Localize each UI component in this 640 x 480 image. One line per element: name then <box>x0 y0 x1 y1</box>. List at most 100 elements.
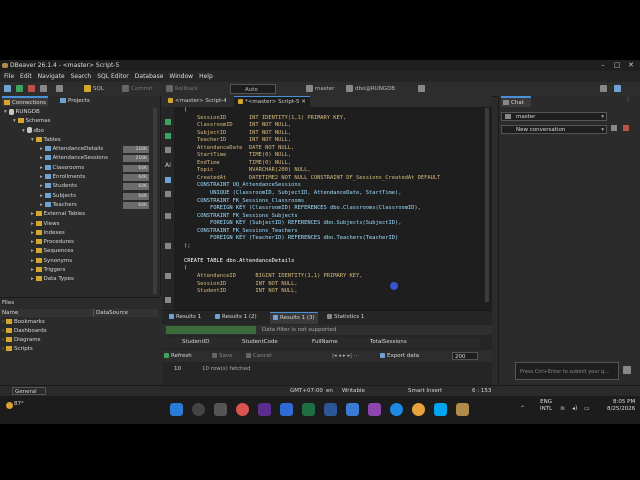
chat-input[interactable]: Press Ctrl+Enter to submit your q... <box>515 362 619 380</box>
battery-icon[interactable]: ▭ <box>584 405 590 412</box>
files-tab[interactable]: Files <box>2 299 14 308</box>
tree-node[interactable]: ▾ Schemas <box>0 117 155 126</box>
column-header[interactable]: FullName <box>312 337 338 348</box>
disconnect-icon[interactable] <box>28 84 37 94</box>
azure-data-studio-icon[interactable] <box>280 403 293 416</box>
close-tab-icon[interactable]: ✕ <box>301 99 306 105</box>
files-list-item[interactable]: › Diagrams <box>2 336 152 345</box>
tab-connections[interactable]: Connections <box>2 96 48 106</box>
refresh-icon[interactable] <box>40 84 49 94</box>
photos-icon[interactable] <box>346 403 359 416</box>
results-tab[interactable]: Statistics 1 <box>324 312 367 323</box>
new-connection-icon[interactable] <box>4 84 13 94</box>
execute-script-icon[interactable] <box>165 133 171 139</box>
rollback-button[interactable]: Rollback <box>166 84 198 94</box>
menu-item[interactable]: SQL Editor <box>97 71 129 82</box>
wifi-icon[interactable]: ≋ <box>560 405 565 412</box>
clock[interactable]: 8:05 PM 8/25/2026 <box>607 399 635 413</box>
tree-node[interactable]: ▸ Data Types <box>0 275 155 284</box>
tab-script-4[interactable]: <master> Script-4 <box>164 96 231 107</box>
weather-icon[interactable] <box>6 402 13 409</box>
files-list-item[interactable]: › Bookmarks <box>2 318 152 327</box>
chat-conversation-select[interactable]: New conversation ▾ <box>501 125 607 134</box>
tree-node[interactable]: ▸ AttendanceSessions 216K <box>0 154 155 163</box>
perspective-icon[interactable] <box>600 84 609 94</box>
language-indicator[interactable]: ENG INTL <box>540 399 552 413</box>
settings-icon[interactable] <box>165 243 171 249</box>
tree-node[interactable]: ▸ Sequences <box>0 247 155 256</box>
task-view-icon[interactable] <box>214 403 227 416</box>
save-button[interactable]: Save <box>212 350 233 362</box>
commit-button[interactable]: Commit <box>122 84 153 94</box>
nav-arrows[interactable]: |◂ ◂ ▸ ▸| ⋯ <box>332 350 359 362</box>
tree-node[interactable]: ▸ Classrooms 64K <box>0 164 155 173</box>
tree-node[interactable]: ▸ Procedures <box>0 238 155 247</box>
chat-menu-icon[interactable]: ⋮ <box>625 96 631 103</box>
files-list-item[interactable]: › Scripts <box>2 345 152 354</box>
results-tab[interactable]: Results 1 (3) <box>270 312 318 324</box>
catalog-selector[interactable]: master <box>306 84 334 94</box>
format-icon[interactable] <box>165 177 171 183</box>
tree-node[interactable]: ▸ Triggers <box>0 266 155 275</box>
tree-node[interactable]: ▸ Views <box>0 220 155 229</box>
column-header[interactable]: StudentCode <box>242 337 278 348</box>
connect-icon[interactable] <box>16 84 25 94</box>
start-icon[interactable] <box>170 403 183 416</box>
variables-icon[interactable] <box>165 273 171 279</box>
maximize-icon[interactable]: □ <box>610 60 624 71</box>
expand-chevron-icon[interactable]: ▾ <box>22 128 27 134</box>
column-header[interactable]: StudentID <box>182 337 210 348</box>
tree-node[interactable]: ▸ AttendanceDetails 216K <box>0 145 155 154</box>
column-header[interactable]: TotalSessions <box>370 337 407 348</box>
perspective-db-icon[interactable] <box>614 84 623 94</box>
tree-node[interactable]: ▸ Subjects 64K <box>0 192 155 201</box>
tree-node[interactable]: ▸ Students 64K <box>0 182 155 191</box>
refresh-button[interactable]: Refresh <box>164 350 192 362</box>
tree-node[interactable]: ▾ RUNGDB <box>0 108 155 117</box>
filter-icon[interactable] <box>56 84 65 94</box>
chrome-icon[interactable] <box>236 403 249 416</box>
menu-item[interactable]: File <box>4 71 14 82</box>
new-conversation-icon[interactable] <box>611 125 617 131</box>
export-data-button[interactable]: Export data <box>380 350 419 362</box>
menu-item[interactable]: Window <box>169 71 193 82</box>
menu-item[interactable]: Search <box>71 71 92 82</box>
sql-editor-button[interactable]: SQL <box>84 84 104 94</box>
search-icon[interactable] <box>418 84 427 94</box>
store-icon[interactable] <box>434 403 447 416</box>
fetch-size-input[interactable]: 200 <box>452 352 478 360</box>
cancel-button[interactable]: Cancel <box>246 350 272 362</box>
visual-studio-icon[interactable] <box>258 403 271 416</box>
close-icon[interactable]: ✕ <box>624 60 638 71</box>
navigator-scrollbar[interactable] <box>153 108 157 294</box>
tree-node[interactable]: ▸ Indexes <box>0 229 155 238</box>
menu-item[interactable]: Database <box>135 71 164 82</box>
results-tab[interactable]: Results 1 <box>166 312 204 323</box>
tray-overflow-icon[interactable]: ⌃ <box>520 405 525 412</box>
panels-icon[interactable] <box>165 297 171 303</box>
chat-tab[interactable]: Chat <box>501 96 531 107</box>
outline-icon[interactable] <box>165 191 171 197</box>
word-icon[interactable] <box>324 403 337 416</box>
files-list-item[interactable]: › Dashboards <box>2 327 152 336</box>
history-icon[interactable] <box>165 213 171 219</box>
status-general[interactable]: General <box>12 387 46 395</box>
menu-item[interactable]: Help <box>199 71 213 82</box>
excel-icon[interactable] <box>302 403 315 416</box>
explain-plan-icon[interactable] <box>165 147 171 153</box>
tree-node[interactable]: ▸ Synonyms <box>0 257 155 266</box>
send-icon[interactable] <box>623 366 631 374</box>
ai-icon[interactable]: AI <box>165 162 171 169</box>
tree-node[interactable]: ▾ dbo <box>0 127 155 136</box>
menu-item[interactable]: Navigate <box>38 71 65 82</box>
chat-connection-select[interactable]: master ▾ <box>501 112 607 121</box>
results-tab[interactable]: Results 1 (2) <box>212 312 260 323</box>
tree-node[interactable]: ▸ External Tables <box>0 210 155 219</box>
chrome-2-icon[interactable] <box>412 403 425 416</box>
minimize-icon[interactable]: – <box>596 60 610 71</box>
expand-chevron-icon[interactable]: ▾ <box>4 109 9 115</box>
volume-icon[interactable]: ◂) <box>572 405 577 412</box>
tab-projects[interactable]: Projects <box>58 96 90 106</box>
execute-statement-icon[interactable] <box>165 119 171 125</box>
editor-scrollbar[interactable] <box>485 108 489 302</box>
